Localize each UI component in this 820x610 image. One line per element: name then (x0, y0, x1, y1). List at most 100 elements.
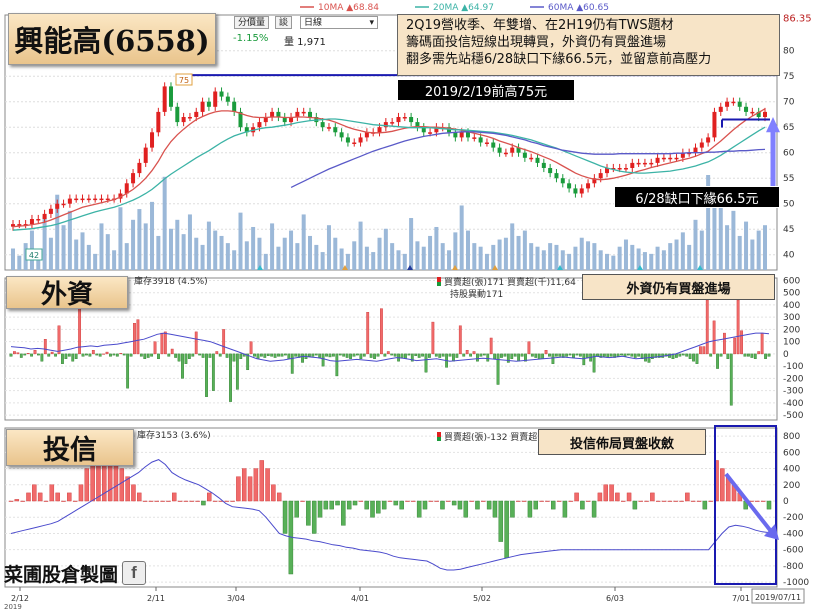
net-buy-bar (236, 476, 241, 502)
net-buy-bar (556, 500, 562, 502)
note-line-3: 翻多需先站穩6/28缺口下緣66.5元，並留意前高壓力 (406, 52, 712, 67)
net-buy-bar (273, 353, 277, 358)
net-buy-bar (492, 500, 498, 518)
volume-bar (573, 246, 578, 270)
net-buy-bar (259, 460, 264, 502)
net-buy-bar (30, 353, 33, 357)
net-buy-bar (400, 353, 404, 358)
net-buy-bar (486, 500, 492, 510)
net-buy-bar (685, 492, 690, 502)
net-buy-bar (743, 353, 747, 357)
net-buy-bar (708, 500, 713, 502)
candle-body (86, 198, 91, 201)
net-buy-bar (74, 353, 78, 359)
panel1-tick-label: 500 (783, 289, 800, 299)
net-buy-bar (740, 330, 743, 355)
net-buy-bar (475, 500, 480, 510)
net-buy-bar (57, 325, 61, 355)
candle-body (333, 127, 338, 133)
x-axis-label: 4/01 (351, 594, 369, 603)
net-buy-bar (67, 353, 71, 357)
candle-body (642, 162, 647, 165)
net-buy-bar (719, 353, 723, 357)
net-buy-bar (527, 341, 531, 355)
volume-bar (421, 246, 426, 270)
net-buy-bar (544, 350, 548, 355)
candle-body (225, 96, 230, 102)
net-buy-bar (448, 353, 452, 357)
net-buy-bar (166, 500, 171, 502)
volume-bar (409, 218, 414, 270)
candle-body (99, 198, 104, 201)
net-buy-bar (280, 353, 284, 357)
candle-body (674, 157, 679, 160)
prev-high-label: 2019/2/19前高75元 (397, 79, 575, 101)
net-buy-bar (373, 353, 376, 359)
net-buy-bar (194, 331, 198, 355)
volume-bar (377, 237, 382, 270)
trust-legend-green (437, 437, 441, 441)
net-buy-bar (119, 353, 123, 355)
volume-bar (472, 243, 477, 270)
volume-bar (611, 255, 616, 270)
candle-body (270, 111, 275, 117)
candle-body (168, 86, 173, 107)
net-buy-bar (230, 500, 235, 502)
net-buy-bar (72, 500, 78, 502)
candle-body (93, 198, 98, 201)
net-buy-bar (609, 484, 614, 502)
panel1-tick-label: 200 (783, 325, 800, 335)
net-buy-bar (678, 353, 682, 357)
x-axis-end-date: 2019/07/11 (755, 593, 801, 602)
fenjiabiao-button[interactable]: 分價量 (234, 16, 270, 29)
foreign-note: 外資仍有買盤進場 (582, 274, 775, 300)
net-buy-bar (91, 350, 95, 355)
volume-bar (737, 235, 742, 270)
trust-holding-label: 庫存3153 (3.6%) (137, 429, 211, 441)
net-buy-bar (81, 353, 85, 357)
volume-bar (295, 243, 300, 270)
panel1-tick-label: 300 (783, 313, 800, 323)
net-buy-bar (688, 353, 692, 359)
net-buy-bar (517, 353, 521, 362)
net-buy-bar (40, 353, 44, 362)
net-buy-bar (760, 500, 766, 502)
volume-bar (465, 230, 470, 270)
candle-body (617, 168, 622, 170)
net-buy-bar (67, 492, 72, 502)
net-buy-bar (256, 353, 260, 359)
net-buy-bar (578, 353, 582, 357)
net-buy-bar (50, 351, 54, 355)
net-buy-bar (376, 353, 380, 357)
volume-bar (440, 243, 445, 270)
facebook-f-icon[interactable]: f (122, 561, 147, 585)
period-select[interactable]: 日線 ▾ (300, 16, 378, 29)
candle-body (478, 137, 483, 143)
net-buy-bar (20, 500, 25, 502)
volume-bar (516, 235, 521, 270)
volume-bar (744, 221, 749, 270)
net-buy-bar (757, 351, 761, 355)
net-buy-bar (702, 500, 708, 510)
volume-bar (605, 253, 610, 270)
panel1-tick-label: -300 (783, 387, 804, 397)
net-buy-bar (183, 500, 189, 502)
net-buy-bar (705, 299, 709, 355)
net-buy-bar (440, 500, 445, 510)
candle-body (339, 132, 344, 138)
net-buy-bar (407, 353, 411, 356)
net-buy-bar (615, 492, 620, 502)
volume-bar (554, 244, 559, 270)
net-buy-bar (33, 350, 37, 355)
net-buy-bar (644, 500, 649, 502)
panel2-tick-label: -1000 (783, 578, 809, 588)
net-buy-bar (551, 353, 555, 364)
volume-bar (124, 243, 129, 270)
net-buy-bar (386, 351, 390, 355)
volume-bar (175, 219, 180, 270)
volume-bar (282, 237, 287, 270)
volume-bar (434, 226, 439, 270)
tan-button[interactable]: 談 (275, 16, 293, 29)
candle-body (257, 122, 262, 128)
candle-body (668, 157, 673, 160)
